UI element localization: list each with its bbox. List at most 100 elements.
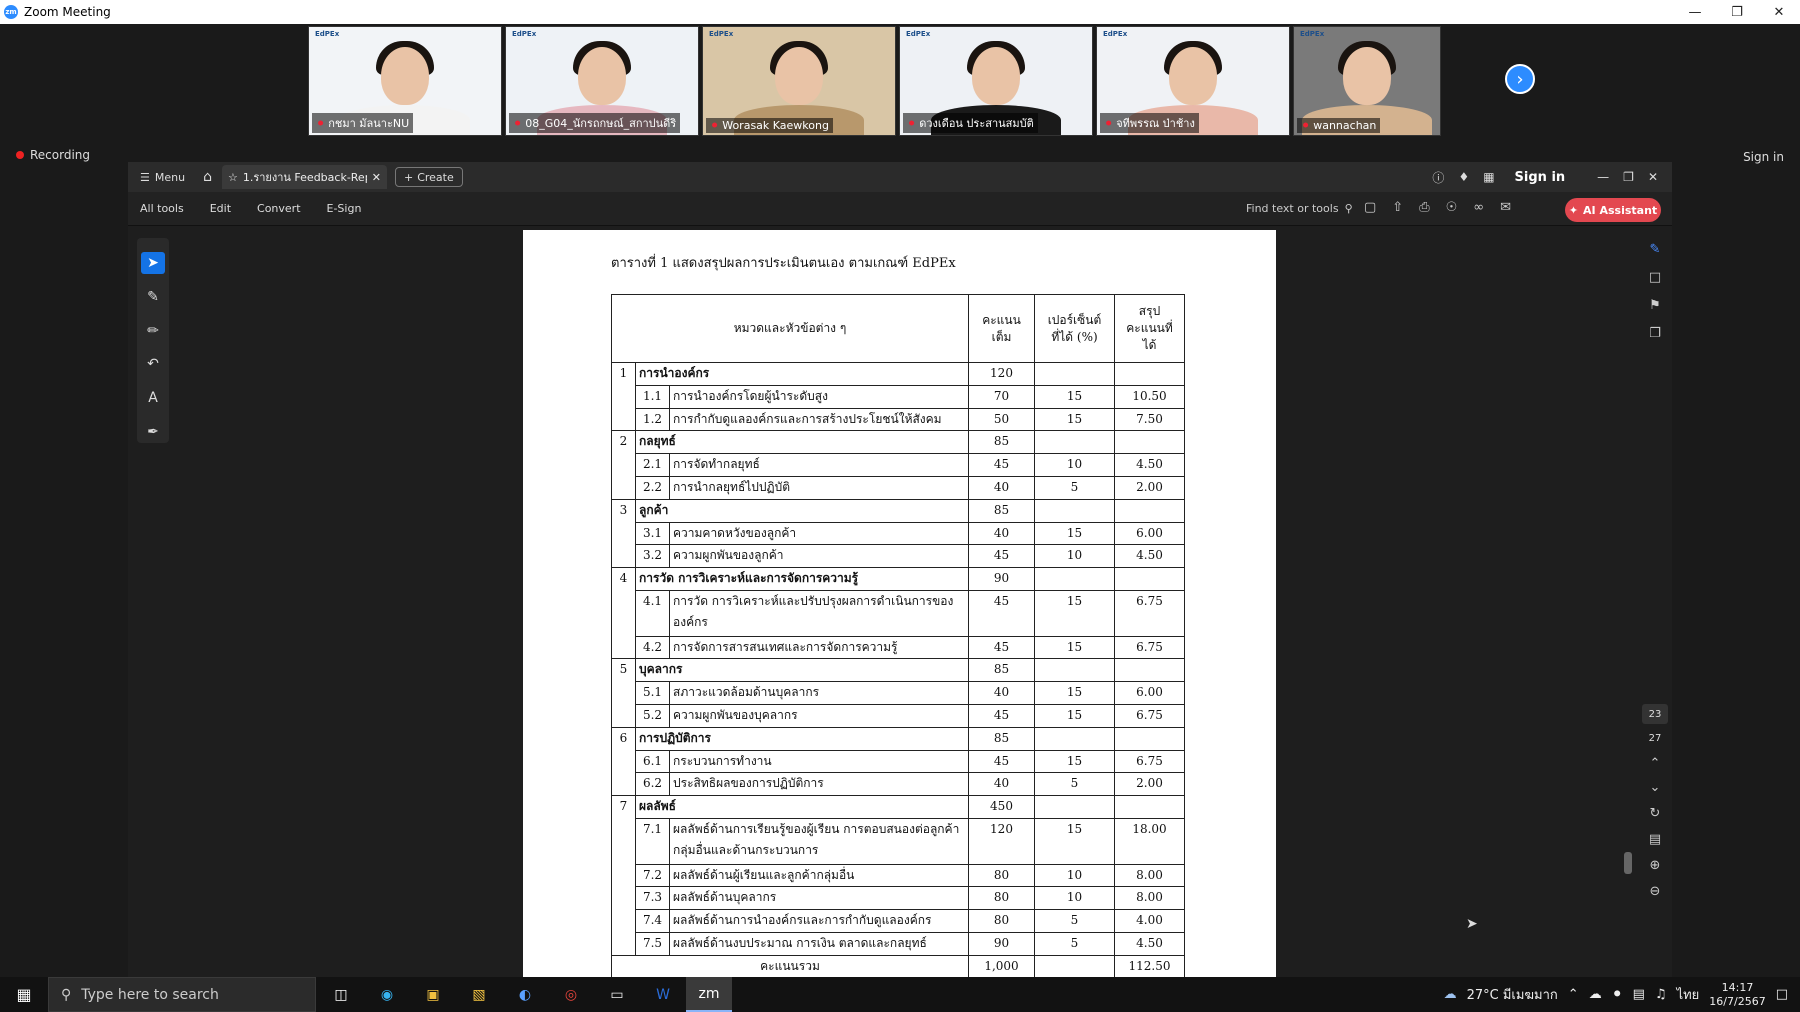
participant-tile[interactable]: EdPEx ⚫ 08_G04_นักรถกษณ์_สกาปนดีริ [505,26,699,136]
empty-cell [1114,567,1185,591]
edge-icon[interactable]: ◉ [364,977,410,1012]
store-icon[interactable]: ▣ [410,977,456,1012]
microphone-icon[interactable]: ⚫ [1612,987,1623,1002]
highlight-pen-icon[interactable]: ✏ [141,320,165,342]
empty-cell [1034,362,1115,386]
chrome-icon[interactable]: ◎ [548,977,594,1012]
participant-tile[interactable]: EdPEx ⚫ Worasak Kaewkong [702,26,896,136]
rotate-icon[interactable]: ↻ [1646,804,1664,822]
document-icon[interactable]: ▤ [1646,830,1664,848]
print-icon[interactable]: ⎙ [1419,200,1429,215]
acrobat-menu-button[interactable]: ☰ Menu [140,171,185,184]
zoom-signin-link[interactable]: Sign in [1743,150,1784,164]
participant-tile[interactable]: EdPEx ⚫ จทีพรรณ ป่าช้าง [1096,26,1290,136]
document-tab[interactable]: ☆ 1.รายงาน Feedback-Repor... ✕ [221,165,387,189]
star-icon[interactable]: ☆ [228,171,238,184]
shared-screen-acrobat: ☰ Menu ⌂ ☆ 1.รายงาน Feedback-Repor... ✕ … [128,162,1672,1001]
zoom-out-icon[interactable]: ⊖ [1646,882,1664,900]
tray-chevron-icon[interactable]: ⌃ [1568,987,1579,1002]
task-view-icon[interactable]: ◫ [318,977,364,1012]
share-icon[interactable]: ☉ [1446,200,1458,215]
pages-icon[interactable]: ❐ [1646,324,1664,342]
help-icon[interactable]: ⓘ [1432,169,1444,186]
notepad-icon[interactable]: ▭ [594,977,640,1012]
volume-icon[interactable]: ♫ [1655,987,1667,1002]
tool-all-tools[interactable]: All tools [140,202,184,215]
item-name: การนำกลยุทธ์ไปปฏิบัติ [669,475,969,500]
acrobat-restore-button[interactable]: ❐ [1623,170,1634,184]
tool-edit[interactable]: Edit [210,202,231,215]
item-full-score: 90 [968,931,1035,956]
participant-tile[interactable]: EdPEx ⚫ กชมา มัลนาะNU [308,26,502,136]
save-icon[interactable]: ▢ [1364,200,1376,215]
create-button[interactable]: + Create [394,167,463,187]
recording-indicator[interactable]: Recording [16,148,90,162]
bell-icon[interactable]: ♦ [1458,170,1469,184]
acrobat-close-button[interactable]: ✕ [1648,170,1658,184]
teams-icon[interactable]: ◐ [502,977,548,1012]
item-percent: 10 [1034,453,1115,477]
category-row: 5 บุคลากร 85 [611,658,1185,728]
header-text: สรุป คะแนนที่ ได้ [1126,304,1173,352]
select-cursor-icon[interactable]: ➤ [141,252,165,274]
apps-grid-icon[interactable]: ▦ [1483,170,1494,184]
acrobat-signin-button[interactable]: Sign in [1515,170,1566,185]
zoom-in-icon[interactable]: ⊕ [1646,856,1664,874]
add-comment-icon[interactable]: ✎ [141,286,165,308]
acrobat-minimize-button[interactable]: — [1597,170,1609,184]
email-icon[interactable]: ✉ [1500,200,1511,215]
empty-cell [1114,498,1185,523]
participant-name-text: จทีพรรณ ป่าช้าง [1116,117,1195,130]
file-explorer-icon[interactable]: ▧ [456,977,502,1012]
tool-esign[interactable]: E-Sign [327,202,362,215]
network-icon[interactable]: ▤ [1633,987,1645,1002]
home-icon[interactable]: ⌂ [203,169,212,185]
category-name: การวัด การวิเคราะห์และการจัดการความรู้ [635,567,969,591]
ai-assistant-button[interactable]: ✦ AI Assistant [1565,198,1661,222]
onedrive-icon[interactable]: ☁ [1589,987,1602,1002]
recording-dot-icon [16,151,24,159]
text-box-icon[interactable]: A [141,387,165,409]
item-score: 8.00 [1114,863,1185,888]
edit-pdf-icon[interactable]: ✎ [1646,240,1664,258]
edpex-logo: EdPEx [315,30,340,38]
item-percent: 15 [1034,703,1115,728]
category-name: ผลลัพธ์ [635,795,969,819]
participant-tile[interactable]: EdPEx ⚫ wannachan [1293,26,1441,136]
category-row: 4 การวัด การวิเคราะห์และการจัดการความรู้ 9… [611,567,1185,660]
page-current[interactable]: 23 [1642,704,1668,724]
empty-cell [1034,795,1115,819]
item-name: ผลลัพธ์ด้านงบประมาณ การเงิน ตลาดและกลยุท… [669,931,969,956]
vertical-scrollbar[interactable] [1622,232,1632,997]
notifications-icon[interactable]: □ [1776,987,1788,1002]
word-icon[interactable]: W [640,977,686,1012]
close-button[interactable]: ✕ [1758,0,1800,24]
bookmark-icon[interactable]: ⚑ [1646,296,1664,314]
weather-text[interactable]: 27°C มีเมฆมาก [1467,984,1558,1005]
fill-sign-icon[interactable]: ✒ [141,421,165,443]
find-tools-field[interactable]: Find text or tools ⚲ [1246,202,1353,215]
tab-close-icon[interactable]: ✕ [372,171,381,184]
pdf-page: ตารางที่ 1 แสดงสรุปผลการประเมินตนเอง ตาม… [523,230,1276,1001]
restore-button[interactable]: ❐ [1716,0,1758,24]
zoom-app-icon[interactable]: zm [686,977,732,1012]
tool-convert[interactable]: Convert [257,202,301,215]
muted-mic-icon: ⚫ [710,119,720,132]
freehand-draw-icon[interactable]: ↶ [141,353,165,375]
windows-start-icon[interactable]: ▦ [0,977,48,1012]
link-icon[interactable]: ∞ [1473,200,1484,215]
upload-cloud-icon[interactable]: ⇧ [1392,200,1403,215]
search-icon: ⚲ [61,986,72,1003]
scroll-thumb[interactable] [1624,852,1632,874]
gallery-next-button[interactable]: › [1505,64,1535,94]
participant-tile[interactable]: EdPEx ⚫ ดวงเดือน ประสานสมบัติ [899,26,1093,136]
taskbar-clock[interactable]: 14:17 16/7/2567 [1709,981,1765,1009]
item-full-score: 45 [968,635,1035,660]
minimize-button[interactable]: — [1674,0,1716,24]
item-percent: 10 [1034,886,1115,911]
page-up-icon[interactable]: ⌃ [1646,754,1664,772]
comment-icon[interactable]: □ [1646,268,1664,286]
language-indicator[interactable]: ไทย [1677,984,1700,1005]
page-down-icon[interactable]: ⌄ [1646,778,1664,796]
taskbar-search[interactable]: ⚲ Type here to search [48,977,316,1012]
